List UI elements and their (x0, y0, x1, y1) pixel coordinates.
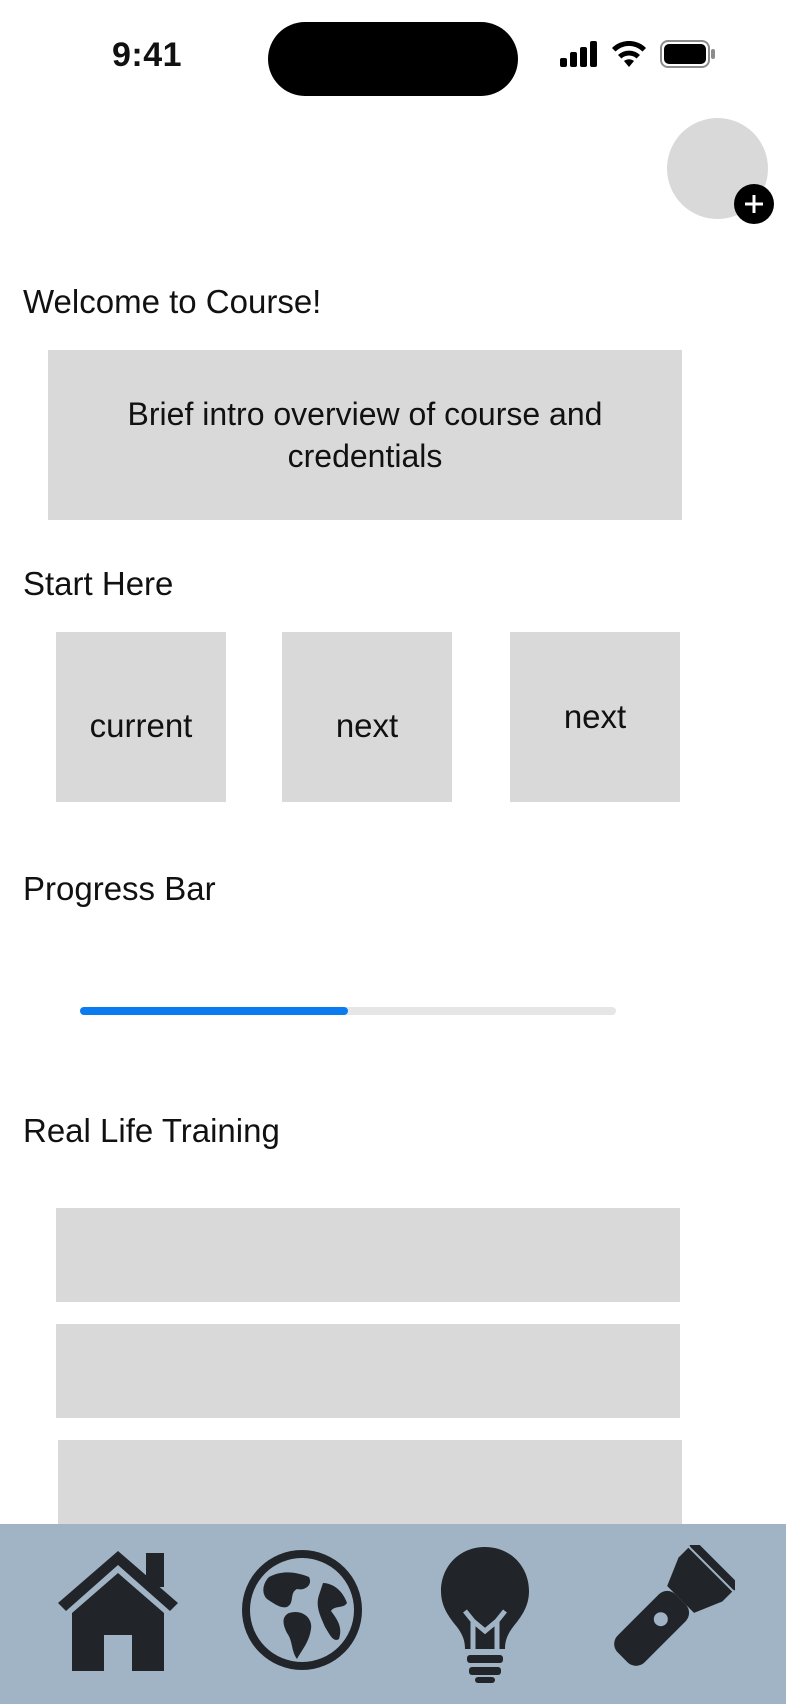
training-title: Real Life Training (23, 1112, 280, 1149)
start-here-title: Start Here (23, 565, 174, 602)
step-label: current (89, 707, 193, 744)
wifi-icon (612, 41, 646, 67)
lightbulb-icon (441, 1547, 529, 1683)
globe-icon (242, 1550, 362, 1670)
progress-bar-fill (80, 1007, 348, 1015)
step-next-card[interactable]: next (510, 632, 680, 802)
dynamic-island (268, 22, 518, 96)
status-icons (560, 40, 716, 68)
home-icon (58, 1551, 178, 1671)
tab-flashlight[interactable] (600, 1540, 740, 1680)
step-next-card[interactable]: next (282, 632, 452, 802)
step-label: next (335, 707, 399, 744)
step-current-card[interactable]: current (56, 632, 226, 802)
tab-globe[interactable] (236, 1540, 368, 1680)
plus-icon[interactable] (734, 184, 774, 224)
battery-icon (660, 40, 715, 68)
welcome-title: Welcome to Course! (23, 283, 322, 320)
course-intro-text: Brief intro overview of course and crede… (127, 396, 603, 474)
tab-ideas[interactable] (430, 1540, 540, 1690)
progress-bar (80, 1007, 616, 1015)
status-time: 9:41 (112, 36, 183, 74)
signal-icon (560, 41, 597, 67)
course-intro-card[interactable]: Brief intro overview of course and crede… (48, 350, 682, 520)
progress-title: Progress Bar (23, 870, 216, 907)
tab-home[interactable] (48, 1540, 188, 1680)
training-item[interactable] (56, 1208, 680, 1302)
training-item[interactable] (56, 1324, 680, 1418)
flashlight-icon (614, 1545, 735, 1666)
step-label: next (563, 698, 627, 735)
